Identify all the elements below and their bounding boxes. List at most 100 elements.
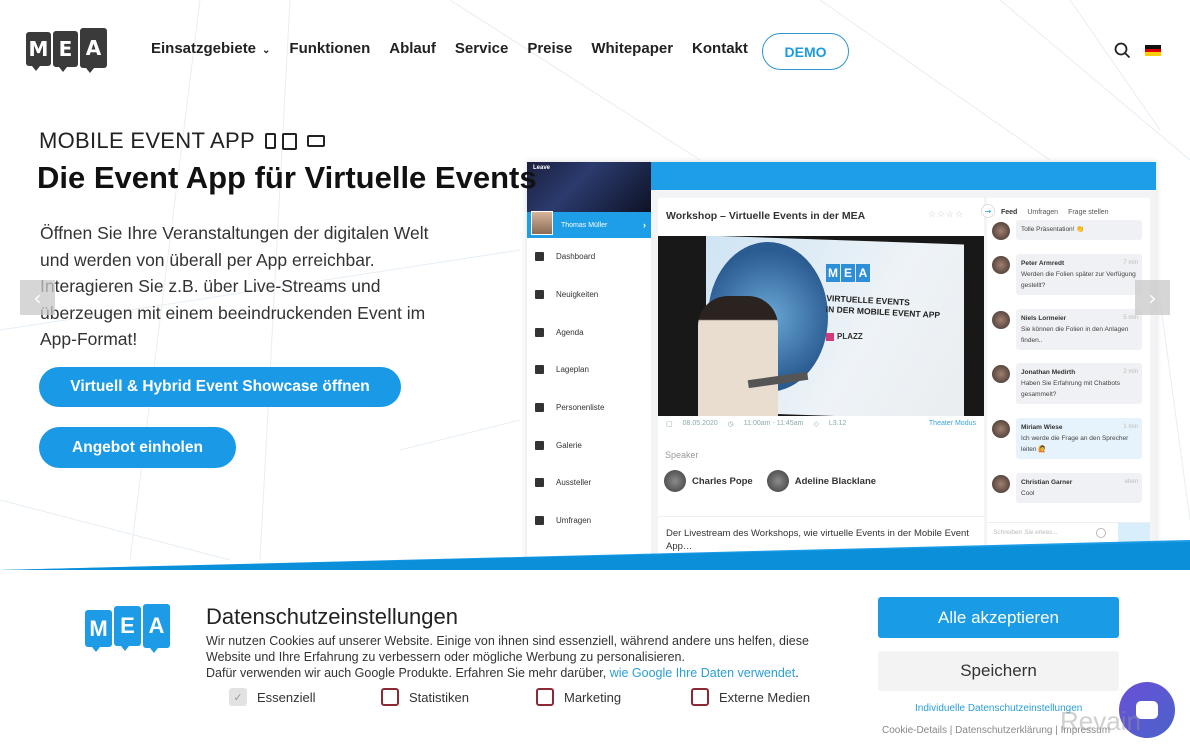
search-icon[interactable] <box>1114 42 1131 59</box>
checkbox[interactable] <box>381 688 399 706</box>
avatar <box>992 222 1010 240</box>
emoji-icon <box>1096 528 1106 538</box>
rating-stars-icon: ☆☆☆☆ <box>927 210 964 220</box>
main-nav: Einsatzgebiete ⌄ Funktionen Ablauf Servic… <box>151 40 748 57</box>
chat-placeholder: Schreiben Sie etwas... <box>993 529 1058 536</box>
logo-letter: E <box>53 31 78 72</box>
avatar <box>992 311 1010 329</box>
mockup-menu-item: Lageplan <box>527 351 651 389</box>
theater-mode: Theater Modus <box>928 420 976 427</box>
offer-button[interactable]: Angebot einholen <box>39 427 236 468</box>
message-bubble: Peter Armredt 7 min Werden die Folien spät… <box>1016 254 1142 295</box>
image-icon <box>535 440 544 450</box>
menu-label: Galerie <box>556 440 582 450</box>
message-text: Cool <box>1021 490 1035 497</box>
location-icon: ◇ <box>813 421 819 428</box>
mockup-menu-item: Dashboard <box>527 238 651 276</box>
nav-item-funktionen[interactable]: Funktionen <box>289 40 370 57</box>
hero-text: Öffnen Sie Ihre Veranstaltungen der digi… <box>40 223 429 349</box>
session-title: Workshop – Virtuelle Events in der MEA <box>666 210 866 222</box>
logo-letter: M <box>85 610 112 652</box>
message-time: 1 min <box>1123 424 1138 430</box>
logo-letter: E <box>114 606 141 651</box>
google-data-link[interactable]: wie Google Ihre Daten verwendet <box>610 666 796 680</box>
accept-all-button[interactable]: Alle akzeptieren <box>878 597 1119 638</box>
session-time: 11:00am - 11:45am <box>743 420 804 427</box>
menu-label: Personenliste <box>556 403 605 413</box>
nav-item-ablauf[interactable]: Ablauf <box>389 40 436 57</box>
cookie-text-1: Wir nutzen Cookies auf unserer Website. … <box>206 634 809 664</box>
german-flag-icon[interactable] <box>1145 45 1161 57</box>
cookie-mea-logo: M E A <box>85 604 170 653</box>
individual-settings-link[interactable]: Individuelle Datenschutzeinstellungen <box>915 703 1082 714</box>
clock-icon: ◷ <box>727 421 734 428</box>
chat-message: Niels Lormeier 5 min Sie können die Folien… <box>992 309 1142 350</box>
session-room: L3.12 <box>828 420 847 427</box>
demo-button[interactable]: DEMO <box>762 33 849 70</box>
chat-tab: Frage stellen <box>1068 208 1109 216</box>
nav-item-preise[interactable]: Preise <box>527 40 572 57</box>
showcase-button[interactable]: Virtuell & Hybrid Event Showcase öffnen <box>39 367 401 407</box>
menu-label: Umfragen <box>556 516 592 526</box>
avatar <box>992 475 1010 493</box>
site-header: M E A Einsatzgebiete ⌄ Funktionen Ablauf … <box>0 0 1190 100</box>
smartphone-icon <box>264 133 276 149</box>
message-text: Werden die Folien später zur Verfügung g… <box>1021 271 1136 289</box>
home-icon <box>535 252 544 262</box>
mockup-menu-item: Personenliste <box>527 389 651 427</box>
revain-watermark: Revain <box>1060 706 1141 736</box>
message-time: eben <box>1124 479 1138 485</box>
chat-tab: Feed <box>1001 208 1018 216</box>
nav-item-service[interactable]: Service <box>455 40 508 57</box>
nav-item-einsatzgebiete[interactable]: Einsatzgebiete ⌄ <box>151 40 270 57</box>
slider-next-button[interactable]: › <box>1135 280 1170 315</box>
avatar <box>992 420 1010 438</box>
message-author: Christian Garner <box>1021 479 1073 486</box>
menu-label: Lageplan <box>556 365 589 375</box>
option-externe-medien[interactable]: Externe Medien <box>691 688 810 706</box>
speaker-name: Adeline Blacklane <box>794 475 877 487</box>
logo-letter: A <box>143 604 170 653</box>
menu-label: Dashboard <box>556 252 596 262</box>
nav-item-kontakt[interactable]: Kontakt <box>692 40 748 57</box>
checkbox[interactable] <box>691 688 709 706</box>
checkbox[interactable] <box>536 688 554 706</box>
save-button[interactable]: Speichern <box>878 651 1119 691</box>
mockup-sidebar: Leave Thomas Müller › Dashboard Neuigkeit… <box>527 162 651 562</box>
brand-text: PLAZZ <box>837 332 863 341</box>
calendar-icon <box>535 327 544 337</box>
logo-letter: E <box>841 264 855 282</box>
plazz-brand: PLAZZ <box>826 332 863 341</box>
speaker-figure <box>698 296 778 416</box>
message-bubble: Miriam Wiese 1 min Ich werde die Frage an … <box>1016 418 1142 459</box>
logo-letter: A <box>856 264 870 282</box>
message-text: Sie können die Folien in den Anlagen fin… <box>1021 326 1129 344</box>
option-label: Externe Medien <box>719 689 811 705</box>
nav-item-whitepaper[interactable]: Whitepaper <box>591 40 673 57</box>
mockup-chat-panel: → Feed Umfragen Frage stellen Tolle Präs… <box>981 198 1150 562</box>
mockup-session-card: Workshop – Virtuelle Events in der MEA ☆… <box>658 198 984 562</box>
cookie-text-3: . <box>795 666 799 680</box>
checkbox-checked-disabled[interactable]: ✓ <box>229 688 247 706</box>
chat-message: Tolle Präsentation! 👏 <box>992 220 1142 240</box>
calendar-icon: ▢ <box>666 421 673 428</box>
option-label: Statistiken <box>409 689 469 705</box>
mockup-banner-image: Leave <box>527 162 651 212</box>
option-label: Marketing <box>564 689 622 705</box>
menu-label: Neuigkeiten <box>556 290 599 300</box>
avatar <box>992 365 1010 383</box>
logo-letter: A <box>80 28 107 73</box>
mea-logo[interactable]: M E A <box>26 28 107 73</box>
option-statistiken[interactable]: Statistiken <box>381 688 536 706</box>
option-marketing[interactable]: Marketing <box>536 688 691 706</box>
cookie-text-2: Dafür verwenden wir auch Google Produkte… <box>206 666 610 680</box>
slider-prev-button[interactable]: ‹ <box>20 280 55 315</box>
user-name: Thomas Müller <box>561 221 608 229</box>
message-bubble: Jonathan Medirth 2 min Haben Sie Erfahrung… <box>1016 363 1142 404</box>
app-mockup-screenshot: Leave Thomas Müller › Dashboard Neuigkeit… <box>527 162 1156 562</box>
chat-tabs: Feed Umfragen Frage stellen <box>987 198 1150 218</box>
chevron-right-icon: › <box>643 220 646 230</box>
option-essenziell[interactable]: ✓ Essenziell <box>229 688 381 706</box>
speaker-name: Charles Pope <box>692 475 753 487</box>
logo-letter: M <box>26 32 51 71</box>
